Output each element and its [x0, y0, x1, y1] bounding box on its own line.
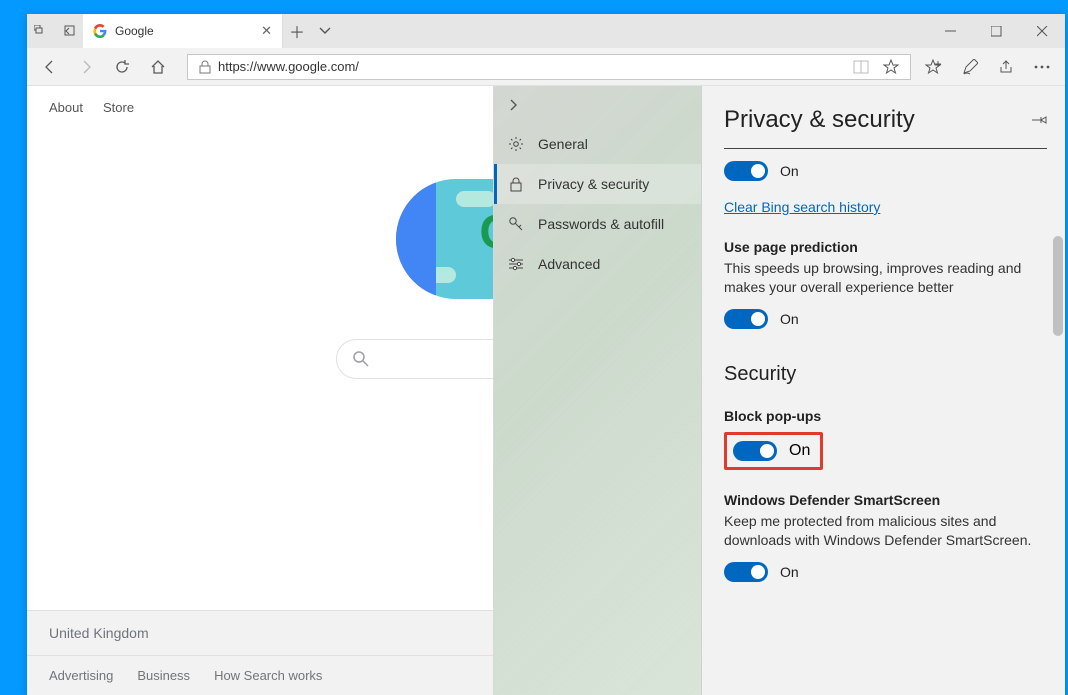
nav-item-privacy[interactable]: Privacy & security	[494, 164, 701, 204]
search-history-toggle-row: On	[724, 161, 1047, 181]
pin-icon[interactable]	[1031, 113, 1047, 127]
tab-strip: Google ✕ ＋	[27, 14, 1065, 48]
url-input[interactable]	[218, 59, 846, 74]
link-store[interactable]: Store	[103, 100, 134, 115]
prediction-title: Use page prediction	[724, 239, 1047, 255]
footer-link-search-works[interactable]: How Search works	[214, 668, 322, 683]
link-about[interactable]: About	[49, 100, 83, 115]
reading-view-icon[interactable]	[846, 60, 876, 74]
tab-google[interactable]: Google ✕	[83, 14, 283, 48]
nav-item-general[interactable]: General	[494, 124, 701, 164]
notes-button[interactable]	[953, 51, 987, 83]
address-bar[interactable]	[187, 54, 911, 80]
toolbar	[27, 48, 1065, 86]
maximize-button[interactable]	[973, 14, 1019, 48]
popups-highlight: On	[724, 432, 823, 470]
lock-icon	[508, 176, 524, 192]
popups-toggle[interactable]	[733, 441, 777, 461]
google-favicon-icon	[93, 24, 107, 38]
minimize-button[interactable]	[927, 14, 973, 48]
smartscreen-title: Windows Defender SmartScreen	[724, 492, 1047, 508]
close-window-button[interactable]	[1019, 14, 1065, 48]
sliders-icon	[508, 256, 524, 272]
nav-label: Privacy & security	[538, 176, 649, 192]
smartscreen-desc: Keep me protected from malicious sites a…	[724, 512, 1047, 550]
nav-item-passwords[interactable]: Passwords & autofill	[494, 204, 701, 244]
smartscreen-toggle[interactable]	[724, 562, 768, 582]
popups-title: Block pop-ups	[724, 408, 1047, 424]
nav-label: General	[538, 136, 588, 152]
nav-collapse-icon[interactable]	[494, 86, 701, 124]
content-area: About Store GOC	[27, 86, 1065, 695]
settings-flyout: General Privacy & security Passwords & a…	[493, 86, 1065, 695]
toggle-label: On	[789, 442, 810, 460]
scrollbar-thumb[interactable]	[1053, 236, 1063, 336]
tab-menu-icon[interactable]	[311, 14, 339, 48]
lock-icon	[192, 60, 218, 74]
footer-link-business[interactable]: Business	[137, 668, 190, 683]
footer-link-advertising[interactable]: Advertising	[49, 668, 113, 683]
home-button[interactable]	[141, 51, 175, 83]
panel-title: Privacy & security	[724, 106, 915, 134]
back-button[interactable]	[33, 51, 67, 83]
nav-label: Advanced	[538, 256, 600, 272]
security-heading: Security	[724, 363, 1047, 386]
task-view-icon[interactable]	[27, 14, 55, 48]
settings-panel: Privacy & security On Clear Bing search …	[702, 86, 1065, 695]
toggle-label: On	[780, 163, 799, 179]
new-tab-icon[interactable]: ＋	[283, 14, 311, 48]
set-aside-tabs-icon[interactable]	[55, 14, 83, 48]
search-icon	[353, 351, 369, 367]
favorite-star-icon[interactable]	[876, 59, 906, 75]
close-icon[interactable]: ✕	[261, 23, 272, 39]
toggle-label: On	[780, 564, 799, 580]
favorites-button[interactable]	[917, 51, 951, 83]
nav-label: Passwords & autofill	[538, 216, 664, 232]
tab-title: Google	[115, 24, 253, 38]
refresh-button[interactable]	[105, 51, 139, 83]
settings-nav: General Privacy & security Passwords & a…	[494, 86, 702, 695]
smartscreen-toggle-row: On	[724, 562, 1047, 582]
browser-window: Google ✕ ＋ About Store	[27, 14, 1065, 695]
share-button[interactable]	[989, 51, 1023, 83]
gear-icon	[508, 136, 524, 152]
search-history-toggle[interactable]	[724, 161, 768, 181]
prediction-toggle-row: On	[724, 309, 1047, 329]
key-icon	[508, 216, 524, 232]
prediction-desc: This speeds up browsing, improves readin…	[724, 259, 1047, 297]
toggle-label: On	[780, 311, 799, 327]
more-button[interactable]	[1025, 51, 1059, 83]
prediction-toggle[interactable]	[724, 309, 768, 329]
clear-history-link[interactable]: Clear Bing search history	[724, 199, 880, 215]
nav-item-advanced[interactable]: Advanced	[494, 244, 701, 284]
forward-button[interactable]	[69, 51, 103, 83]
